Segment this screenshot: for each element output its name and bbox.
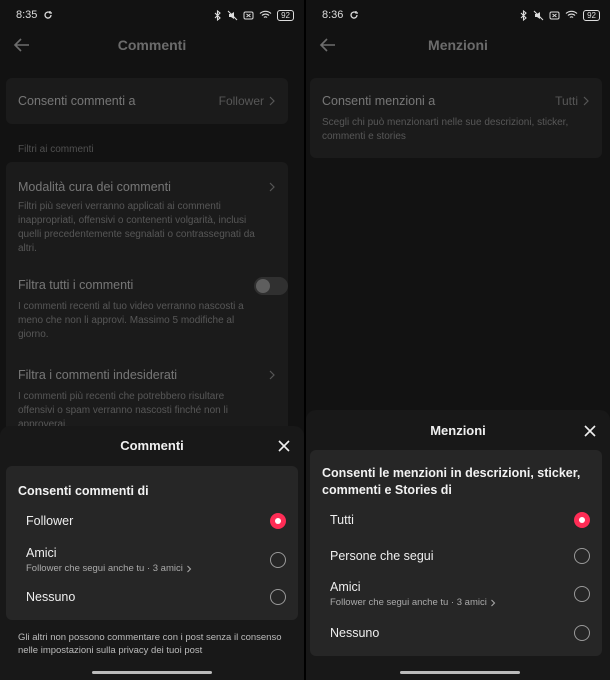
mentions-bottom-sheet: Menzioni Consenti le menzioni in descriz… xyxy=(306,410,610,680)
chevron-right-icon xyxy=(186,565,192,572)
chevron-right-icon xyxy=(269,370,275,380)
curation-mode-label: Modalità cura dei commenti xyxy=(18,180,171,194)
option-sublabel[interactable]: Follower che segui anche tu · 3 amici xyxy=(26,563,192,574)
option-sublabel-text: Follower che segui anche tu · 3 amici xyxy=(330,597,487,608)
comments-screen: 8:35 92 Commenti Consenti commenti a Fol… xyxy=(0,0,304,680)
page-title: Menzioni xyxy=(428,37,488,53)
option-friends[interactable]: Amici Follower che segui anche tu · 3 am… xyxy=(310,579,602,609)
clock: 8:36 xyxy=(322,9,344,21)
chevron-right-icon xyxy=(583,96,589,106)
option-follower[interactable]: Follower xyxy=(6,511,298,531)
close-icon[interactable] xyxy=(582,423,598,439)
filters-card: Modalità cura dei commenti Filtri più se… xyxy=(6,162,288,432)
option-nobody[interactable]: Nessuno xyxy=(6,587,298,607)
option-people-you-follow[interactable]: Persone che segui xyxy=(310,546,602,566)
curation-mode-row[interactable]: Modalità cura dei commenti Filtri più se… xyxy=(18,180,276,256)
clock: 8:35 xyxy=(16,9,38,21)
comments-options-card: Consenti commenti di Follower Amici Foll… xyxy=(6,466,298,620)
allow-mentions-label: Consenti menzioni a xyxy=(322,94,436,108)
option-label: Amici xyxy=(330,580,361,594)
option-nobody[interactable]: Nessuno xyxy=(310,623,602,643)
radio-selected[interactable] xyxy=(574,512,590,528)
option-label: Nessuno xyxy=(26,590,76,604)
filter-unwanted-label: Filtra i commenti indesiderati xyxy=(18,368,178,382)
option-label: Follower xyxy=(26,514,74,528)
option-sublabel-text: Follower che segui anche tu · 3 amici xyxy=(26,563,183,574)
option-label: Persone che segui xyxy=(330,549,434,563)
app-header: Commenti xyxy=(0,30,304,60)
bluetooth-icon xyxy=(520,9,527,21)
bluetooth-icon xyxy=(214,9,221,21)
filter-all-desc: I commenti recenti al tuo video verranno… xyxy=(18,301,244,340)
allow-mentions-row[interactable]: Consenti menzioni a Tutti Scegli chi può… xyxy=(310,78,602,158)
chevron-right-icon xyxy=(490,599,496,606)
curation-mode-desc: Filtri più severi verranno applicati ai … xyxy=(18,201,255,254)
options-heading: Consenti le menzioni in descrizioni, sti… xyxy=(322,466,581,497)
filter-all-toggle[interactable] xyxy=(254,277,288,295)
mentions-screen: 8:36 92 Menzioni Consenti menzioni a Tut… xyxy=(306,0,610,680)
sync-icon xyxy=(44,11,53,19)
options-heading: Consenti commenti di xyxy=(18,484,149,498)
close-icon[interactable] xyxy=(276,438,292,454)
allow-comments-value: Follower xyxy=(219,94,276,108)
radio-unselected[interactable] xyxy=(574,548,590,564)
radio-selected[interactable] xyxy=(270,513,286,529)
option-everyone[interactable]: Tutti xyxy=(310,510,602,530)
mentions-options-card: Consenti le menzioni in descrizioni, sti… xyxy=(310,450,602,656)
option-label: Tutti xyxy=(330,513,354,527)
option-label: Amici xyxy=(26,546,57,560)
back-arrow-icon[interactable] xyxy=(318,35,338,55)
radio-unselected[interactable] xyxy=(574,625,590,641)
option-label: Nessuno xyxy=(330,626,380,640)
home-indicator xyxy=(400,671,520,674)
battery-indicator: 92 xyxy=(583,9,600,21)
wifi-icon xyxy=(565,10,578,18)
sheet-title: Commenti xyxy=(120,438,184,453)
option-friends[interactable]: Amici Follower che segui anche tu · 3 am… xyxy=(6,545,298,575)
app-header: Menzioni xyxy=(306,30,610,60)
wifi-icon xyxy=(259,10,272,18)
sim-off-icon xyxy=(549,11,560,19)
privacy-footnote: Gli altri non possono commentare con i p… xyxy=(18,632,282,656)
allow-comments-label: Consenti commenti a xyxy=(18,94,136,108)
mute-icon xyxy=(227,10,238,20)
status-bar: 8:35 92 xyxy=(0,0,304,30)
filter-all-row: Filtra tutti i commenti I commenti recen… xyxy=(18,278,276,342)
mute-icon xyxy=(533,10,544,20)
sync-icon xyxy=(350,11,359,19)
back-arrow-icon[interactable] xyxy=(12,35,32,55)
option-sublabel[interactable]: Follower che segui anche tu · 3 amici xyxy=(330,597,496,608)
filter-unwanted-row[interactable]: Filtra i commenti indesiderati I comment… xyxy=(18,368,276,432)
radio-unselected[interactable] xyxy=(574,586,590,602)
allow-mentions-value: Tutti xyxy=(555,94,590,108)
comments-bottom-sheet: Commenti Consenti commenti di Follower A… xyxy=(0,426,304,680)
allow-comments-row[interactable]: Consenti commenti a Follower xyxy=(6,78,288,124)
radio-unselected[interactable] xyxy=(270,589,286,605)
sim-off-icon xyxy=(243,11,254,19)
chevron-right-icon xyxy=(269,182,275,192)
home-indicator xyxy=(92,671,212,674)
chevron-right-icon xyxy=(269,96,275,106)
radio-unselected[interactable] xyxy=(270,552,286,568)
allow-comments-value-text: Follower xyxy=(218,94,264,108)
battery-indicator: 92 xyxy=(277,9,294,21)
status-bar: 8:36 92 xyxy=(306,0,610,30)
sheet-title: Menzioni xyxy=(430,423,486,438)
page-title: Commenti xyxy=(117,37,187,53)
filter-all-label: Filtra tutti i commenti xyxy=(18,278,134,292)
allow-mentions-value-text: Tutti xyxy=(555,94,578,108)
filters-section-title: Filtri ai commenti xyxy=(18,144,94,155)
allow-mentions-desc: Scegli chi può menzionarti nelle sue des… xyxy=(322,117,569,142)
